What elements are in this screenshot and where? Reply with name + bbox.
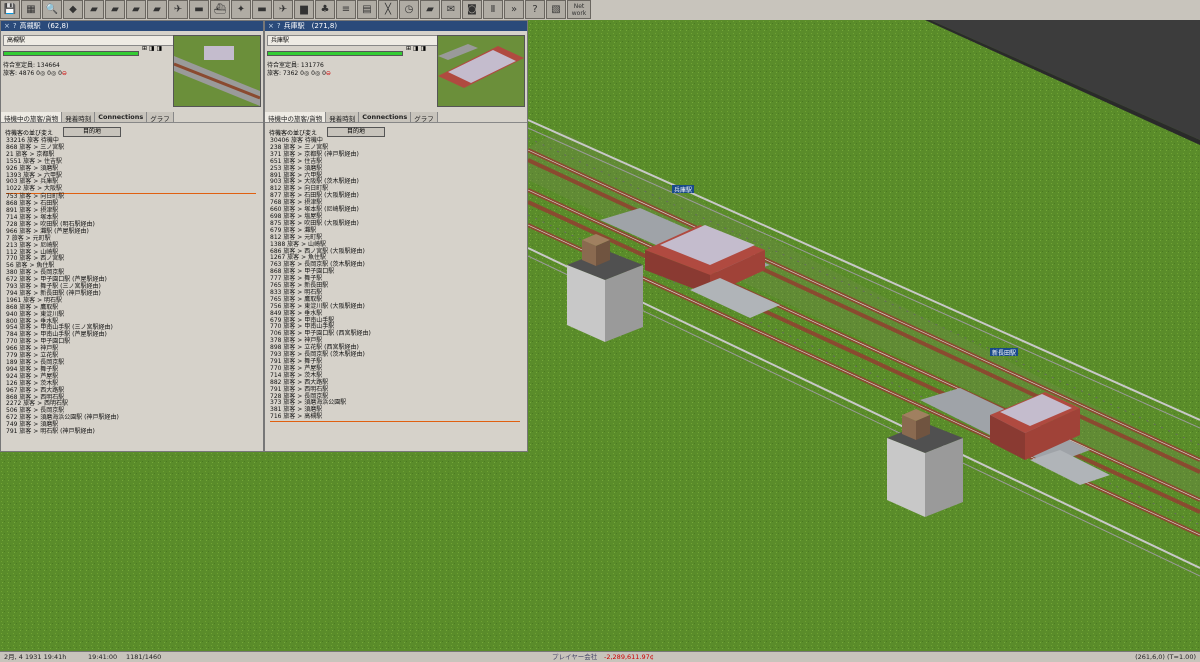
help-icon[interactable]: ? bbox=[277, 21, 281, 31]
sort-label: 待機客の並び変え bbox=[269, 129, 318, 137]
crossing-icon[interactable]: ╳ bbox=[378, 0, 398, 19]
help-icon[interactable]: ? bbox=[525, 0, 545, 19]
station-thumbnail[interactable] bbox=[437, 35, 525, 107]
status-icons: ⊞ ◨ ◨ bbox=[142, 45, 163, 52]
map-label-station-b: 新長田駅 bbox=[992, 349, 1016, 357]
window-title: 兵庫駅 (271,8) bbox=[283, 22, 338, 30]
close-icon[interactable]: × bbox=[4, 21, 10, 31]
sort-destination-button[interactable]: 目的地 bbox=[63, 127, 122, 137]
station-tabs: 待機中の旅客/貨物 発着時刻 Connections グラフ bbox=[1, 112, 263, 123]
sort-destination-button[interactable]: 目的地 bbox=[327, 127, 386, 137]
close-icon[interactable]: × bbox=[268, 21, 274, 31]
map-label-station-a: 兵庫駅 bbox=[674, 186, 692, 194]
tram-icon[interactable]: ▰ bbox=[126, 0, 146, 19]
plane2-icon[interactable]: ✈ bbox=[273, 0, 293, 19]
no-entry-icon: ⊖ bbox=[61, 70, 67, 77]
status-icons: ⊞ ◨ ◨ bbox=[406, 45, 427, 52]
station-window-takatsuki: × ? 高槻駅 (62,8) 高槻駅 ⊞ ◨ ◨ 待合室定員: 134664 旅… bbox=[0, 20, 264, 452]
goods-b-count: 0 bbox=[47, 70, 51, 77]
capacity-text: 待合室定員: 134664 bbox=[3, 62, 60, 69]
network-button[interactable]: Net work bbox=[567, 0, 591, 19]
list-icon[interactable]: ≡ bbox=[336, 0, 356, 19]
tab-graph[interactable]: グラフ bbox=[411, 112, 438, 123]
list-item: 791 旅客 > 明石駅 (神戸駅経由) bbox=[6, 428, 95, 436]
signal-icon[interactable]: ✦ bbox=[231, 0, 251, 19]
map-icon[interactable]: ▦ bbox=[21, 0, 41, 19]
passenger-list: 33216 旅客 待機中 868 旅客 > 三ノ宮駅 21 旅客 > 京都駅 1551… bbox=[6, 137, 256, 436]
ship-icon[interactable]: ⛴ bbox=[210, 0, 230, 19]
tab-graph[interactable]: グラフ bbox=[147, 112, 174, 123]
main-toolbar: 💾 ▦ 🔍 ◆ ▰ ▰ ▰ ▰ ✈ ▬ ⛴ ✦ ▬ ✈ ▆ ♣ ≡ ▤ ╳ ◷ ▰ ✉ ◙ Ⅱ»? ▧ Net work bbox=[0, 0, 1200, 21]
road-icon[interactable]: ▰ bbox=[84, 0, 104, 19]
waiting-passengers: 旅客: 4876 bbox=[3, 70, 35, 77]
list-item: 716 旅客 > 高槻駅 bbox=[270, 413, 520, 423]
message-icon[interactable]: ✉ bbox=[441, 0, 461, 19]
tab-timetable[interactable]: 発着時刻 bbox=[62, 112, 96, 123]
goods-a-count: 0 bbox=[36, 70, 40, 77]
goods-a-count: 0 bbox=[300, 70, 304, 77]
ferry-icon[interactable]: ▬ bbox=[252, 0, 272, 19]
schedule-icon[interactable]: ◷ bbox=[399, 0, 419, 19]
tab-connections[interactable]: Connections bbox=[359, 112, 412, 122]
camera-icon[interactable]: ◙ bbox=[462, 0, 482, 19]
magnifier-icon[interactable]: 🔍 bbox=[42, 0, 62, 19]
waiting-row: 旅客: 4876 0◎ 0◎ 0⊖ bbox=[3, 70, 67, 77]
tree-icon[interactable]: ♣ bbox=[315, 0, 335, 19]
capacity-text: 待合室定員: 131776 bbox=[267, 62, 324, 69]
sort-row: 待機客の並び変え 目的地 bbox=[269, 127, 386, 137]
tab-timetable[interactable]: 発着時刻 bbox=[326, 112, 360, 123]
passenger-list: 30406 旅客 待機中 238 旅客 > 三ノ宮駅 371 旅客 > 京都駅 (神… bbox=[270, 137, 520, 423]
waiting-row: 旅客: 7362 0◎ 0◎ 0⊖ bbox=[267, 70, 331, 77]
rail-icon[interactable]: ▰ bbox=[105, 0, 125, 19]
plane-icon[interactable]: ✈ bbox=[168, 0, 188, 19]
help-icon[interactable]: ? bbox=[13, 21, 17, 31]
window-title: 高槻駅 (62,8) bbox=[19, 22, 69, 30]
station-window-hyogo: × ? 兵庫駅 (271,8) 兵庫駅 ⊞ ◨ ◨ 待合室定員: 131776 … bbox=[264, 20, 528, 452]
train-icon[interactable]: ▬ bbox=[189, 0, 209, 19]
grid-icon[interactable]: ▧ bbox=[546, 0, 566, 19]
monorail-icon[interactable]: ▰ bbox=[147, 0, 167, 19]
sort-label: 待機客の並び変え bbox=[5, 129, 54, 137]
disk-icon[interactable]: 💾 bbox=[0, 0, 20, 19]
sort-row: 待機客の並び変え 目的地 bbox=[5, 127, 122, 137]
station-tabs: 待機中の旅客/貨物 発着時刻 Connections グラフ bbox=[265, 112, 527, 123]
window-title-bar[interactable]: × ? 高槻駅 (62,8) bbox=[1, 21, 263, 31]
capacity-bar bbox=[3, 51, 139, 56]
folder-icon[interactable]: ▰ bbox=[420, 0, 440, 19]
tab-waiting[interactable]: 待機中の旅客/貨物 bbox=[1, 112, 63, 123]
tab-waiting[interactable]: 待機中の旅客/貨物 bbox=[265, 112, 327, 123]
no-entry-icon: ⊖ bbox=[325, 70, 331, 77]
document-icon[interactable]: ▤ bbox=[357, 0, 377, 19]
station-thumbnail[interactable] bbox=[173, 35, 261, 107]
truck-icon[interactable]: ▆ bbox=[294, 0, 314, 19]
tab-connections[interactable]: Connections bbox=[95, 112, 148, 122]
capacity-bar bbox=[267, 51, 403, 56]
goods-b-count: 0 bbox=[311, 70, 315, 77]
fastforward-icon[interactable]: » bbox=[504, 0, 524, 19]
pause-icon[interactable]: Ⅱ bbox=[483, 0, 503, 19]
waiting-passengers: 旅客: 7362 bbox=[267, 70, 299, 77]
terrain-icon[interactable]: ◆ bbox=[63, 0, 83, 19]
window-title-bar[interactable]: × ? 兵庫駅 (271,8) bbox=[265, 21, 527, 31]
status-bar: 2月, 4 1931 19:41h 19:41:00 1181/1460 プレイ… bbox=[0, 651, 1200, 662]
